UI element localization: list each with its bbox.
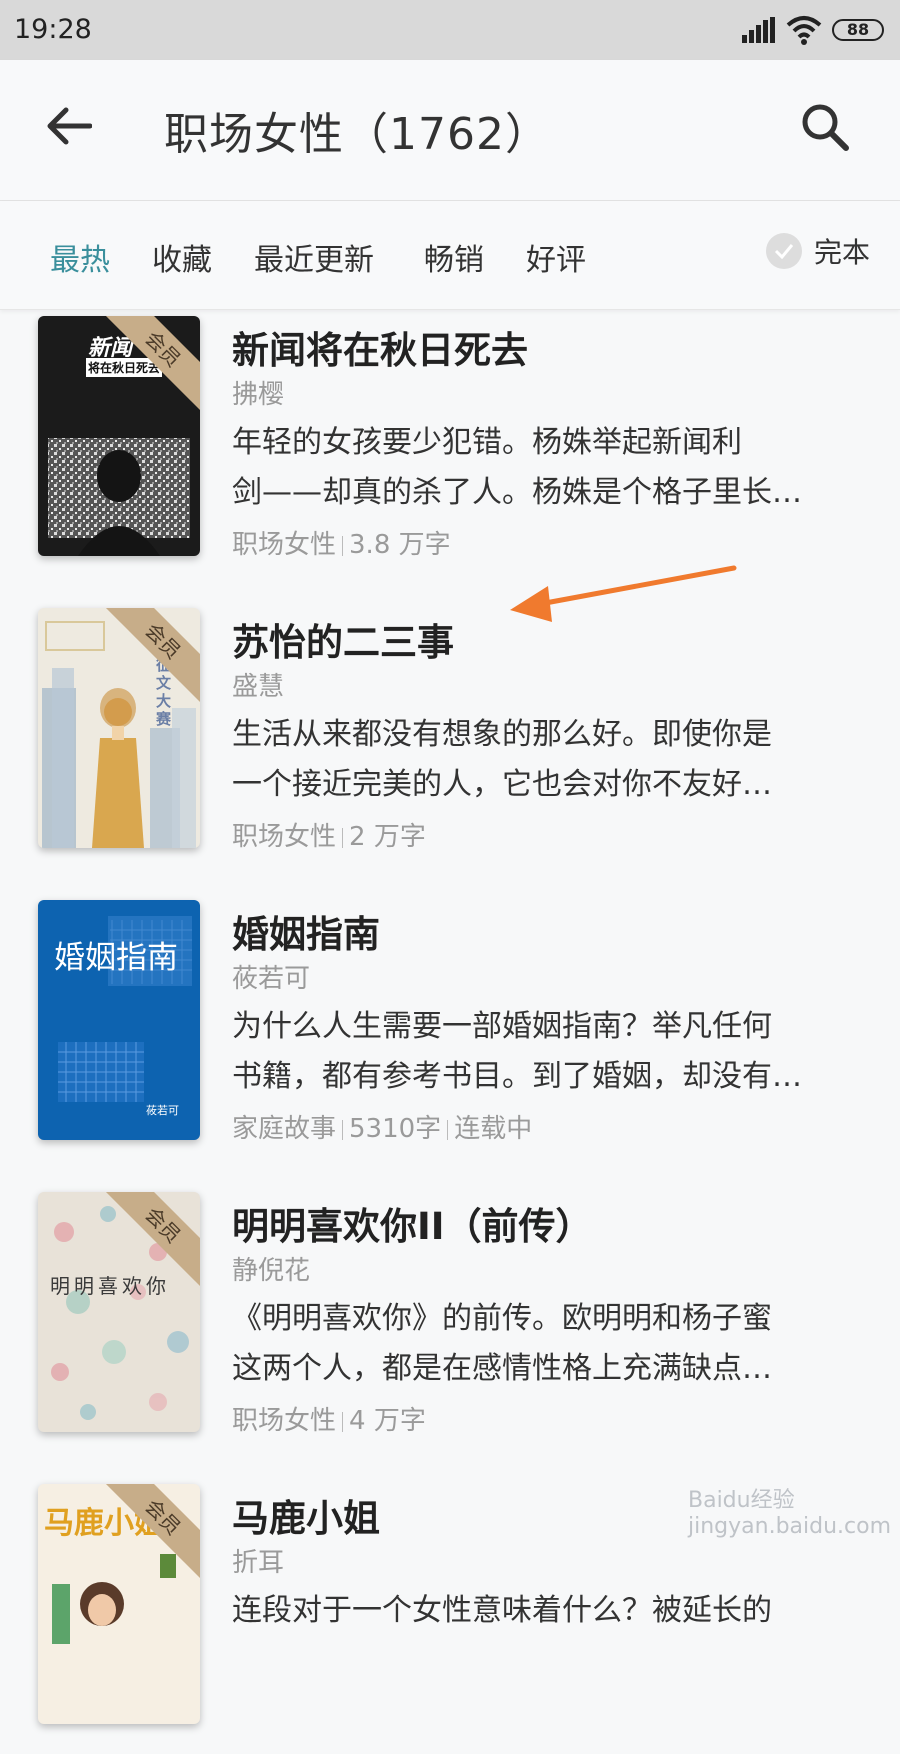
book-description: 为什么人生需要一部婚姻指南？举凡任何 书籍，都有参考书目。到了婚姻，却没有… bbox=[232, 1002, 864, 1102]
book-meta: 家庭故事 5310字 连载中 bbox=[232, 1108, 532, 1145]
book-author: 莜若可 bbox=[232, 964, 311, 994]
signal-icon bbox=[742, 17, 775, 43]
book-item[interactable]: 征文大赛 会员 苏怡的二三事 盛慧 生活从来都没有想象的那么好。即使你是 一个接… bbox=[0, 608, 900, 878]
filter-bar: 最热 收藏 最近更新 畅销 好评 完本 bbox=[0, 201, 900, 310]
book-meta: 职场女性 2 万字 bbox=[232, 816, 426, 853]
back-arrow-icon[interactable] bbox=[46, 106, 92, 146]
book-author: 折耳 bbox=[232, 1548, 285, 1578]
book-cover: 婚姻指南 莜若可 bbox=[38, 900, 200, 1140]
book-word-count: 4 万字 bbox=[349, 1406, 426, 1436]
book-meta: 职场女性 3.8 万字 bbox=[232, 524, 451, 561]
search-icon[interactable] bbox=[800, 102, 850, 152]
book-description-line: 剑——却真的杀了人。杨姝是个格子里长… bbox=[232, 475, 802, 510]
book-title: 明明喜欢你II（前传） bbox=[232, 1205, 593, 1248]
check-circle-icon bbox=[766, 233, 802, 269]
book-title: 马鹿小姐 bbox=[232, 1497, 380, 1540]
book-item[interactable]: 婚姻指南 莜若可 婚姻指南 莜若可 为什么人生需要一部婚姻指南？举凡任何 书籍，… bbox=[0, 900, 900, 1170]
book-author: 盛慧 bbox=[232, 672, 285, 702]
book-title: 婚姻指南 bbox=[232, 913, 380, 956]
wifi-icon bbox=[786, 16, 822, 45]
complete-filter-toggle[interactable]: 完本 bbox=[766, 231, 870, 271]
book-cover: 明明喜欢你 会员 bbox=[38, 1192, 200, 1432]
tab-recently-updated[interactable]: 最近更新 bbox=[254, 235, 374, 279]
book-word-count: 3.8 万字 bbox=[349, 530, 451, 560]
book-title: 新闻将在秋日死去 bbox=[232, 329, 528, 372]
book-item[interactable]: 新闻 将在秋日死去 会员 新闻将在秋日死去 拂樱 年轻的女孩要少犯错。杨姝举起新… bbox=[0, 316, 900, 586]
book-description-line: 为什么人生需要一部婚姻指南？举凡任何 bbox=[232, 1009, 772, 1044]
annotation-arrow-icon bbox=[510, 565, 737, 622]
tab-hot[interactable]: 最热 bbox=[50, 235, 110, 279]
book-author: 静倪花 bbox=[232, 1256, 311, 1286]
book-cover: 马鹿小姐 会员 bbox=[38, 1484, 200, 1724]
book-meta: 职场女性 4 万字 bbox=[232, 1400, 426, 1437]
watermark: Baidu经验 jingyan.baidu.com bbox=[688, 1488, 892, 1539]
book-description: 《明明喜欢你》的前传。欧明明和杨子蜜 这两个人，都是在感情性格上充满缺点… bbox=[232, 1294, 864, 1394]
book-title: 苏怡的二三事 bbox=[232, 621, 454, 664]
app-bar: 职场女性（1762） bbox=[0, 60, 900, 201]
book-status: 连载中 bbox=[454, 1114, 533, 1144]
book-item[interactable]: 明明喜欢你 会员 明明喜欢你II（前传） 静倪花 《明明喜欢你》的前传。欧明明和… bbox=[0, 1192, 900, 1462]
book-description-line: 连段对于一个女性意味着什么？被延长的 bbox=[232, 1593, 772, 1628]
tab-top-rated[interactable]: 好评 bbox=[526, 235, 586, 279]
book-description-line: 《明明喜欢你》的前传。欧明明和杨子蜜 bbox=[232, 1301, 772, 1336]
status-bar: 19:28 88 bbox=[0, 0, 900, 60]
cover-title: 婚姻指南 bbox=[54, 940, 178, 976]
book-description: 连段对于一个女性意味着什么？被延长的 bbox=[232, 1586, 864, 1636]
book-word-count: 2 万字 bbox=[349, 822, 426, 852]
status-time: 19:28 bbox=[14, 14, 92, 45]
page-title: 职场女性（1762） bbox=[164, 109, 550, 160]
book-description-line: 生活从来都没有想象的那么好。即使你是 bbox=[232, 717, 772, 752]
book-description-line: 书籍，都有参考书目。到了婚姻，却没有… bbox=[232, 1059, 802, 1094]
cover-title: 明明喜欢你 bbox=[50, 1274, 170, 1298]
book-category: 职场女性 bbox=[232, 530, 337, 560]
cover-author: 莜若可 bbox=[146, 1104, 179, 1117]
tab-bestselling[interactable]: 畅销 bbox=[424, 235, 484, 279]
book-description-line: 这两个人，都是在感情性格上充满缺点… bbox=[232, 1351, 772, 1386]
book-description-line: 年轻的女孩要少犯错。杨姝举起新闻利 bbox=[232, 425, 742, 460]
book-category: 家庭故事 bbox=[232, 1114, 337, 1144]
battery-indicator: 88 bbox=[832, 19, 884, 41]
complete-filter-label: 完本 bbox=[814, 236, 871, 269]
book-category: 职场女性 bbox=[232, 822, 337, 852]
book-description: 生活从来都没有想象的那么好。即使你是 一个接近完美的人，它也会对你不友好… bbox=[232, 710, 864, 810]
book-cover: 征文大赛 会员 bbox=[38, 608, 200, 848]
book-word-count: 5310字 bbox=[349, 1114, 442, 1144]
book-category: 职场女性 bbox=[232, 1406, 337, 1436]
book-description-line: 一个接近完美的人，它也会对你不友好… bbox=[232, 767, 772, 802]
book-cover: 新闻 将在秋日死去 会员 bbox=[38, 316, 200, 556]
book-author: 拂樱 bbox=[232, 380, 285, 410]
tab-favorites[interactable]: 收藏 bbox=[152, 235, 212, 279]
book-description: 年轻的女孩要少犯错。杨姝举起新闻利 剑——却真的杀了人。杨姝是个格子里长… bbox=[232, 418, 864, 518]
